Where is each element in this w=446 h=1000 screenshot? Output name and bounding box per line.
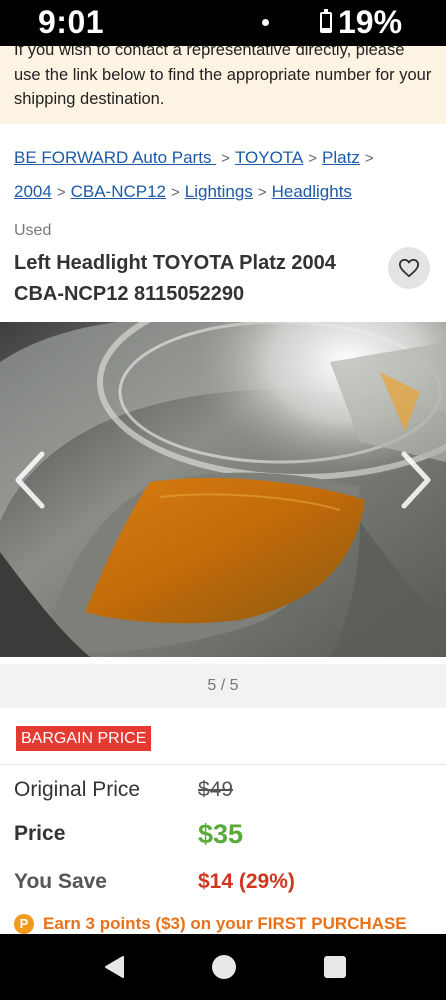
item-condition: Used: [14, 222, 52, 239]
breadcrumb: BE FORWARD Auto Parts > TOYOTA > Platz >2004…: [14, 141, 434, 209]
breadcrumb-separator: >: [257, 184, 267, 201]
previous-image-button[interactable]: [12, 450, 48, 510]
status-bar: 9:01 19%: [0, 0, 446, 46]
price-label: Price: [14, 822, 66, 845]
breadcrumb-separator: >: [221, 150, 230, 167]
bargain-price-badge: BARGAIN PRICE: [16, 726, 152, 751]
battery-icon: [320, 9, 332, 33]
original-price-value: $49: [198, 778, 234, 801]
favorite-button[interactable]: [388, 247, 430, 289]
product-image-gallery[interactable]: [0, 322, 446, 657]
recent-apps-icon[interactable]: [324, 956, 346, 978]
points-icon: P: [14, 914, 34, 934]
image-counter: 5 / 5: [207, 677, 239, 694]
image-counter-bar: 5 / 5: [0, 664, 446, 708]
battery-percent: 19%: [338, 4, 403, 40]
heart-icon: [398, 258, 419, 278]
breadcrumb-link-2004[interactable]: 2004: [14, 182, 52, 201]
system-nav-bar: [0, 934, 446, 1000]
breadcrumb-separator: >: [308, 150, 318, 167]
points-promo: P Earn 3 points ($3) on your FIRST PURCH…: [14, 912, 407, 934]
product-title: Left Headlight TOYOTA Platz 2004 CBA-NCP…: [14, 252, 336, 305]
breadcrumb-link-lightings[interactable]: Lightings: [185, 182, 253, 201]
breadcrumb-separator: >: [364, 150, 374, 167]
status-time: 9:01: [38, 4, 105, 40]
product-page[interactable]: If you wish to contact a representative …: [0, 46, 446, 934]
original-price-label: Original Price: [14, 778, 141, 801]
notification-dot-icon: [262, 19, 269, 26]
breadcrumb-link-platz[interactable]: Platz: [322, 148, 360, 167]
contact-notice: If you wish to contact a representative …: [0, 46, 446, 124]
home-icon[interactable]: [212, 955, 236, 979]
back-icon[interactable]: [103, 955, 125, 979]
you-save-label: You Save: [14, 870, 107, 893]
breadcrumb-separator: >: [56, 184, 66, 201]
contact-notice-text: If you wish to contact a representative …: [14, 46, 432, 108]
breadcrumb-link-be-forward[interactable]: BE FORWARD Auto Parts: [14, 148, 216, 167]
breadcrumb-separator: >: [171, 184, 180, 201]
points-promo-text: Earn 3 points ($3) on your FIRST PURCHAS…: [43, 914, 407, 933]
headlight-photo: [0, 322, 446, 657]
divider: [0, 764, 446, 765]
you-save-value: $14 (29%): [198, 870, 295, 893]
price-value: $35: [198, 819, 244, 849]
breadcrumb-link-cba-ncp12[interactable]: CBA-NCP12: [71, 182, 166, 201]
breadcrumb-link-headlights[interactable]: Headlights: [272, 182, 352, 201]
next-image-button[interactable]: [398, 450, 434, 510]
breadcrumb-link-toyota[interactable]: TOYOTA: [235, 148, 303, 167]
